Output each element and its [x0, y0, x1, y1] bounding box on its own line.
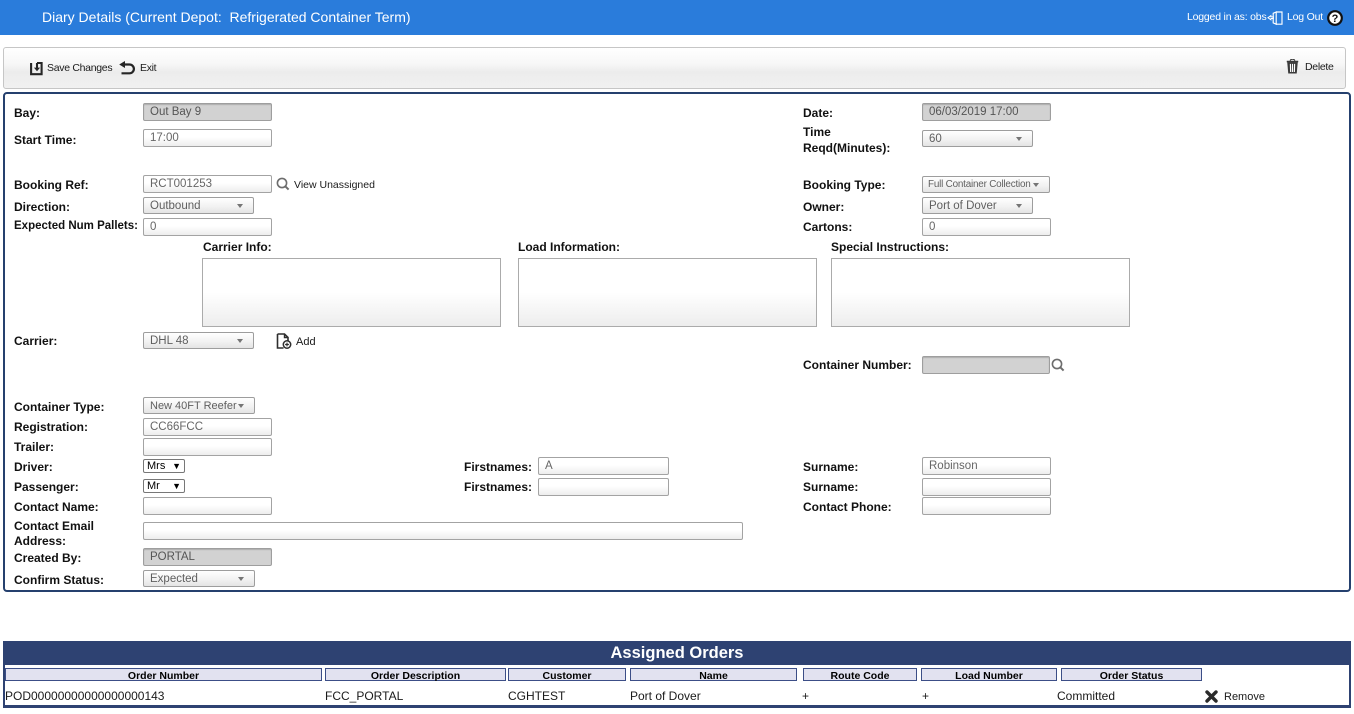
svg-text:?: ? [1332, 13, 1339, 25]
